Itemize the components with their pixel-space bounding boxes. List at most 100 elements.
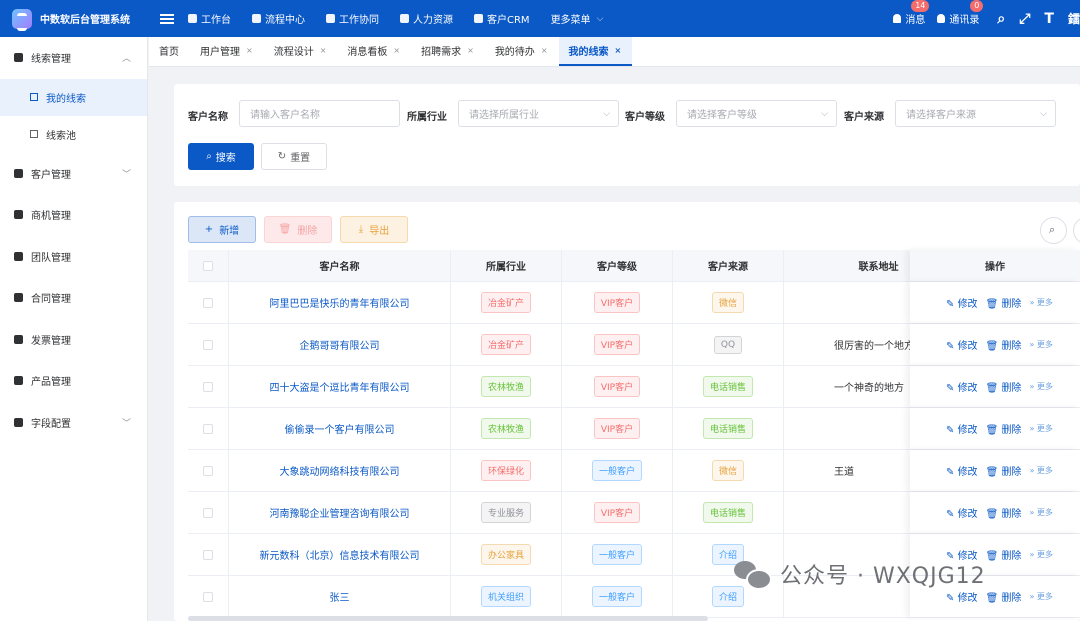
tab-1[interactable]: 用户管理 × bbox=[190, 37, 264, 66]
customer-name-link[interactable]: 大象跳动网络科技有限公司 bbox=[280, 463, 400, 478]
export-button[interactable]: ⤓ 导出 bbox=[340, 216, 408, 243]
reset-button[interactable]: ↻ 重置 bbox=[261, 143, 327, 170]
add-button[interactable]: + 新增 bbox=[188, 216, 256, 243]
tab-6[interactable]: 我的线索 × bbox=[558, 37, 633, 66]
double-chevron-icon: » bbox=[1029, 382, 1037, 391]
edit-button[interactable]: ✎ 修改 bbox=[946, 463, 978, 478]
customer-name-link[interactable]: 企鹅哥哥有限公司 bbox=[300, 337, 380, 352]
refresh-table-icon[interactable] bbox=[1073, 217, 1080, 244]
sidebar-item-8[interactable]: 产品管理 bbox=[0, 360, 147, 402]
edit-button[interactable]: ✎ 修改 bbox=[946, 421, 978, 436]
customer-name-input[interactable]: 请输入客户名称 bbox=[239, 100, 400, 127]
delete-row-button[interactable]: 🗑 删除 bbox=[986, 421, 1022, 436]
delete-row-button[interactable]: 🗑 删除 bbox=[986, 337, 1022, 352]
close-icon[interactable]: × bbox=[541, 46, 548, 55]
fullscreen-icon[interactable]: ⤢ bbox=[1019, 11, 1030, 27]
row-checkbox[interactable] bbox=[203, 549, 213, 560]
header-label: 联系地址 bbox=[858, 262, 899, 273]
delete-row-button[interactable]: 🗑 删除 bbox=[986, 463, 1022, 478]
topnav-item-3[interactable]: 人力资源 bbox=[400, 11, 453, 26]
close-icon[interactable]: × bbox=[615, 46, 622, 55]
level-select[interactable]: 请选择客户等级 ⌵ bbox=[676, 100, 837, 127]
more-button[interactable]: » 更多 bbox=[1029, 507, 1052, 518]
row-checkbox[interactable] bbox=[203, 591, 213, 602]
customer-name-link[interactable]: 四十大盗是个逗比青年有限公司 bbox=[270, 379, 410, 394]
topnav-item-1[interactable]: 流程中心 bbox=[252, 11, 305, 26]
sidebar-item-9[interactable]: 字段配置 ﹀ bbox=[0, 402, 147, 444]
cell-select bbox=[188, 408, 229, 449]
sidebar-item-1[interactable]: 我的线索 bbox=[0, 78, 147, 116]
delete-button[interactable]: 🗑 删除 bbox=[264, 216, 332, 243]
app-logo[interactable]: 中数软后台管理系统 bbox=[0, 8, 150, 31]
topnav-item-5[interactable]: 更多菜单 ⌵ bbox=[551, 11, 604, 27]
font-size-icon[interactable]: T bbox=[1044, 11, 1054, 27]
sidebar-item-5[interactable]: 团队管理 bbox=[0, 236, 147, 278]
delete-row-button[interactable]: 🗑 删除 bbox=[986, 505, 1022, 520]
delete-row-button[interactable]: 🗑 删除 bbox=[986, 379, 1022, 394]
tab-0[interactable]: 首页 bbox=[149, 37, 190, 66]
customer-name-link[interactable]: 偷偷录一个客户有限公司 bbox=[285, 421, 395, 436]
more-button[interactable]: » 更多 bbox=[1029, 297, 1052, 308]
sidebar-item-label: 字段配置 bbox=[31, 418, 71, 430]
topnav-item-2[interactable]: 工作协同 bbox=[326, 11, 379, 26]
close-icon[interactable]: × bbox=[393, 46, 400, 55]
edit-button[interactable]: ✎ 修改 bbox=[946, 589, 978, 604]
sidebar-item-6[interactable]: 合同管理 bbox=[0, 277, 147, 319]
customer-name-link[interactable]: 河南豫聪企业管理咨询有限公司 bbox=[270, 505, 410, 520]
close-icon[interactable]: × bbox=[320, 46, 327, 55]
menu-collapse-icon[interactable] bbox=[160, 12, 174, 26]
edit-button[interactable]: ✎ 修改 bbox=[946, 295, 978, 310]
sidebar-item-0[interactable]: 线索管理 ︿ bbox=[0, 37, 147, 79]
topnav-item-4[interactable]: 客户CRM bbox=[474, 11, 530, 26]
tab-3[interactable]: 消息看板 × bbox=[337, 37, 411, 66]
messages-button[interactable]: 消息 14 bbox=[893, 0, 930, 26]
tab-2[interactable]: 流程设计 × bbox=[264, 37, 338, 66]
sidebar: 线索管理 ︿ 我的线索 线索池 客户管理 ﹀ 商机管理 团队管理 合同管理 发票管理 产品管理 字段配… bbox=[0, 37, 148, 621]
search-button[interactable]: ⌕ 搜索 bbox=[188, 143, 254, 170]
select-all-checkbox[interactable] bbox=[203, 260, 213, 271]
sidebar-item-3[interactable]: 客户管理 ﹀ bbox=[0, 153, 147, 195]
row-checkbox[interactable] bbox=[203, 339, 213, 350]
sidebar-item-4[interactable]: 商机管理 bbox=[0, 194, 147, 236]
cell-industry: 冶金矿产 bbox=[451, 324, 562, 365]
customer-name-link[interactable]: 阿里巴巴是快乐的青年有限公司 bbox=[270, 295, 410, 310]
row-checkbox[interactable] bbox=[203, 465, 213, 476]
tab-5[interactable]: 我的待办 × bbox=[485, 37, 559, 66]
delete-row-button[interactable]: 🗑 删除 bbox=[986, 547, 1022, 562]
customer-name-link[interactable]: 新元数科（北京）信息技术有限公司 bbox=[260, 547, 420, 562]
customer-name-link[interactable]: 张三 bbox=[330, 589, 350, 604]
horizontal-scrollbar[interactable] bbox=[188, 616, 708, 621]
tab-4[interactable]: 招聘需求 × bbox=[411, 37, 485, 66]
cell-level: VIP客户 bbox=[562, 366, 673, 407]
edit-button[interactable]: ✎ 修改 bbox=[946, 337, 978, 352]
sidebar-item-7[interactable]: 发票管理 bbox=[0, 319, 147, 361]
edit-button[interactable]: ✎ 修改 bbox=[946, 505, 978, 520]
more-button[interactable]: » 更多 bbox=[1029, 339, 1052, 350]
row-checkbox[interactable] bbox=[203, 297, 213, 308]
cart-icon bbox=[14, 376, 23, 386]
row-checkbox[interactable] bbox=[203, 423, 213, 434]
row-checkbox[interactable] bbox=[203, 381, 213, 392]
search-toggle-icon[interactable]: ⌕ bbox=[1040, 217, 1067, 244]
user-name-fragment[interactable]: 鐳 bbox=[1068, 10, 1080, 27]
source-select[interactable]: 请选择客户来源 ⌵ bbox=[895, 100, 1056, 127]
edit-button[interactable]: ✎ 修改 bbox=[946, 379, 978, 394]
search-icon[interactable]: ⌕ bbox=[997, 11, 1005, 27]
delete-row-button[interactable]: 🗑 删除 bbox=[986, 295, 1022, 310]
close-icon[interactable]: × bbox=[246, 46, 253, 55]
industry-select[interactable]: 请选择所属行业 ⌵ bbox=[458, 100, 619, 127]
delete-row-button[interactable]: 🗑 删除 bbox=[986, 589, 1022, 604]
topnav-item-0[interactable]: 工作台 bbox=[188, 11, 231, 26]
sidebar-item-2[interactable]: 线索池 bbox=[0, 116, 147, 153]
close-icon[interactable]: × bbox=[467, 46, 474, 55]
delete-label: 删除 bbox=[1001, 425, 1022, 436]
row-checkbox[interactable] bbox=[203, 507, 213, 518]
more-button[interactable]: » 更多 bbox=[1029, 381, 1052, 392]
contacts-button[interactable]: 通讯录 0 bbox=[937, 0, 984, 26]
source-placeholder: 请选择客户来源 bbox=[906, 110, 976, 121]
more-button[interactable]: » 更多 bbox=[1029, 465, 1052, 476]
more-button[interactable]: » 更多 bbox=[1029, 549, 1052, 560]
more-button[interactable]: » 更多 bbox=[1029, 423, 1052, 434]
more-button[interactable]: » 更多 bbox=[1029, 591, 1052, 602]
trash-icon: 🗑 bbox=[985, 509, 1002, 520]
